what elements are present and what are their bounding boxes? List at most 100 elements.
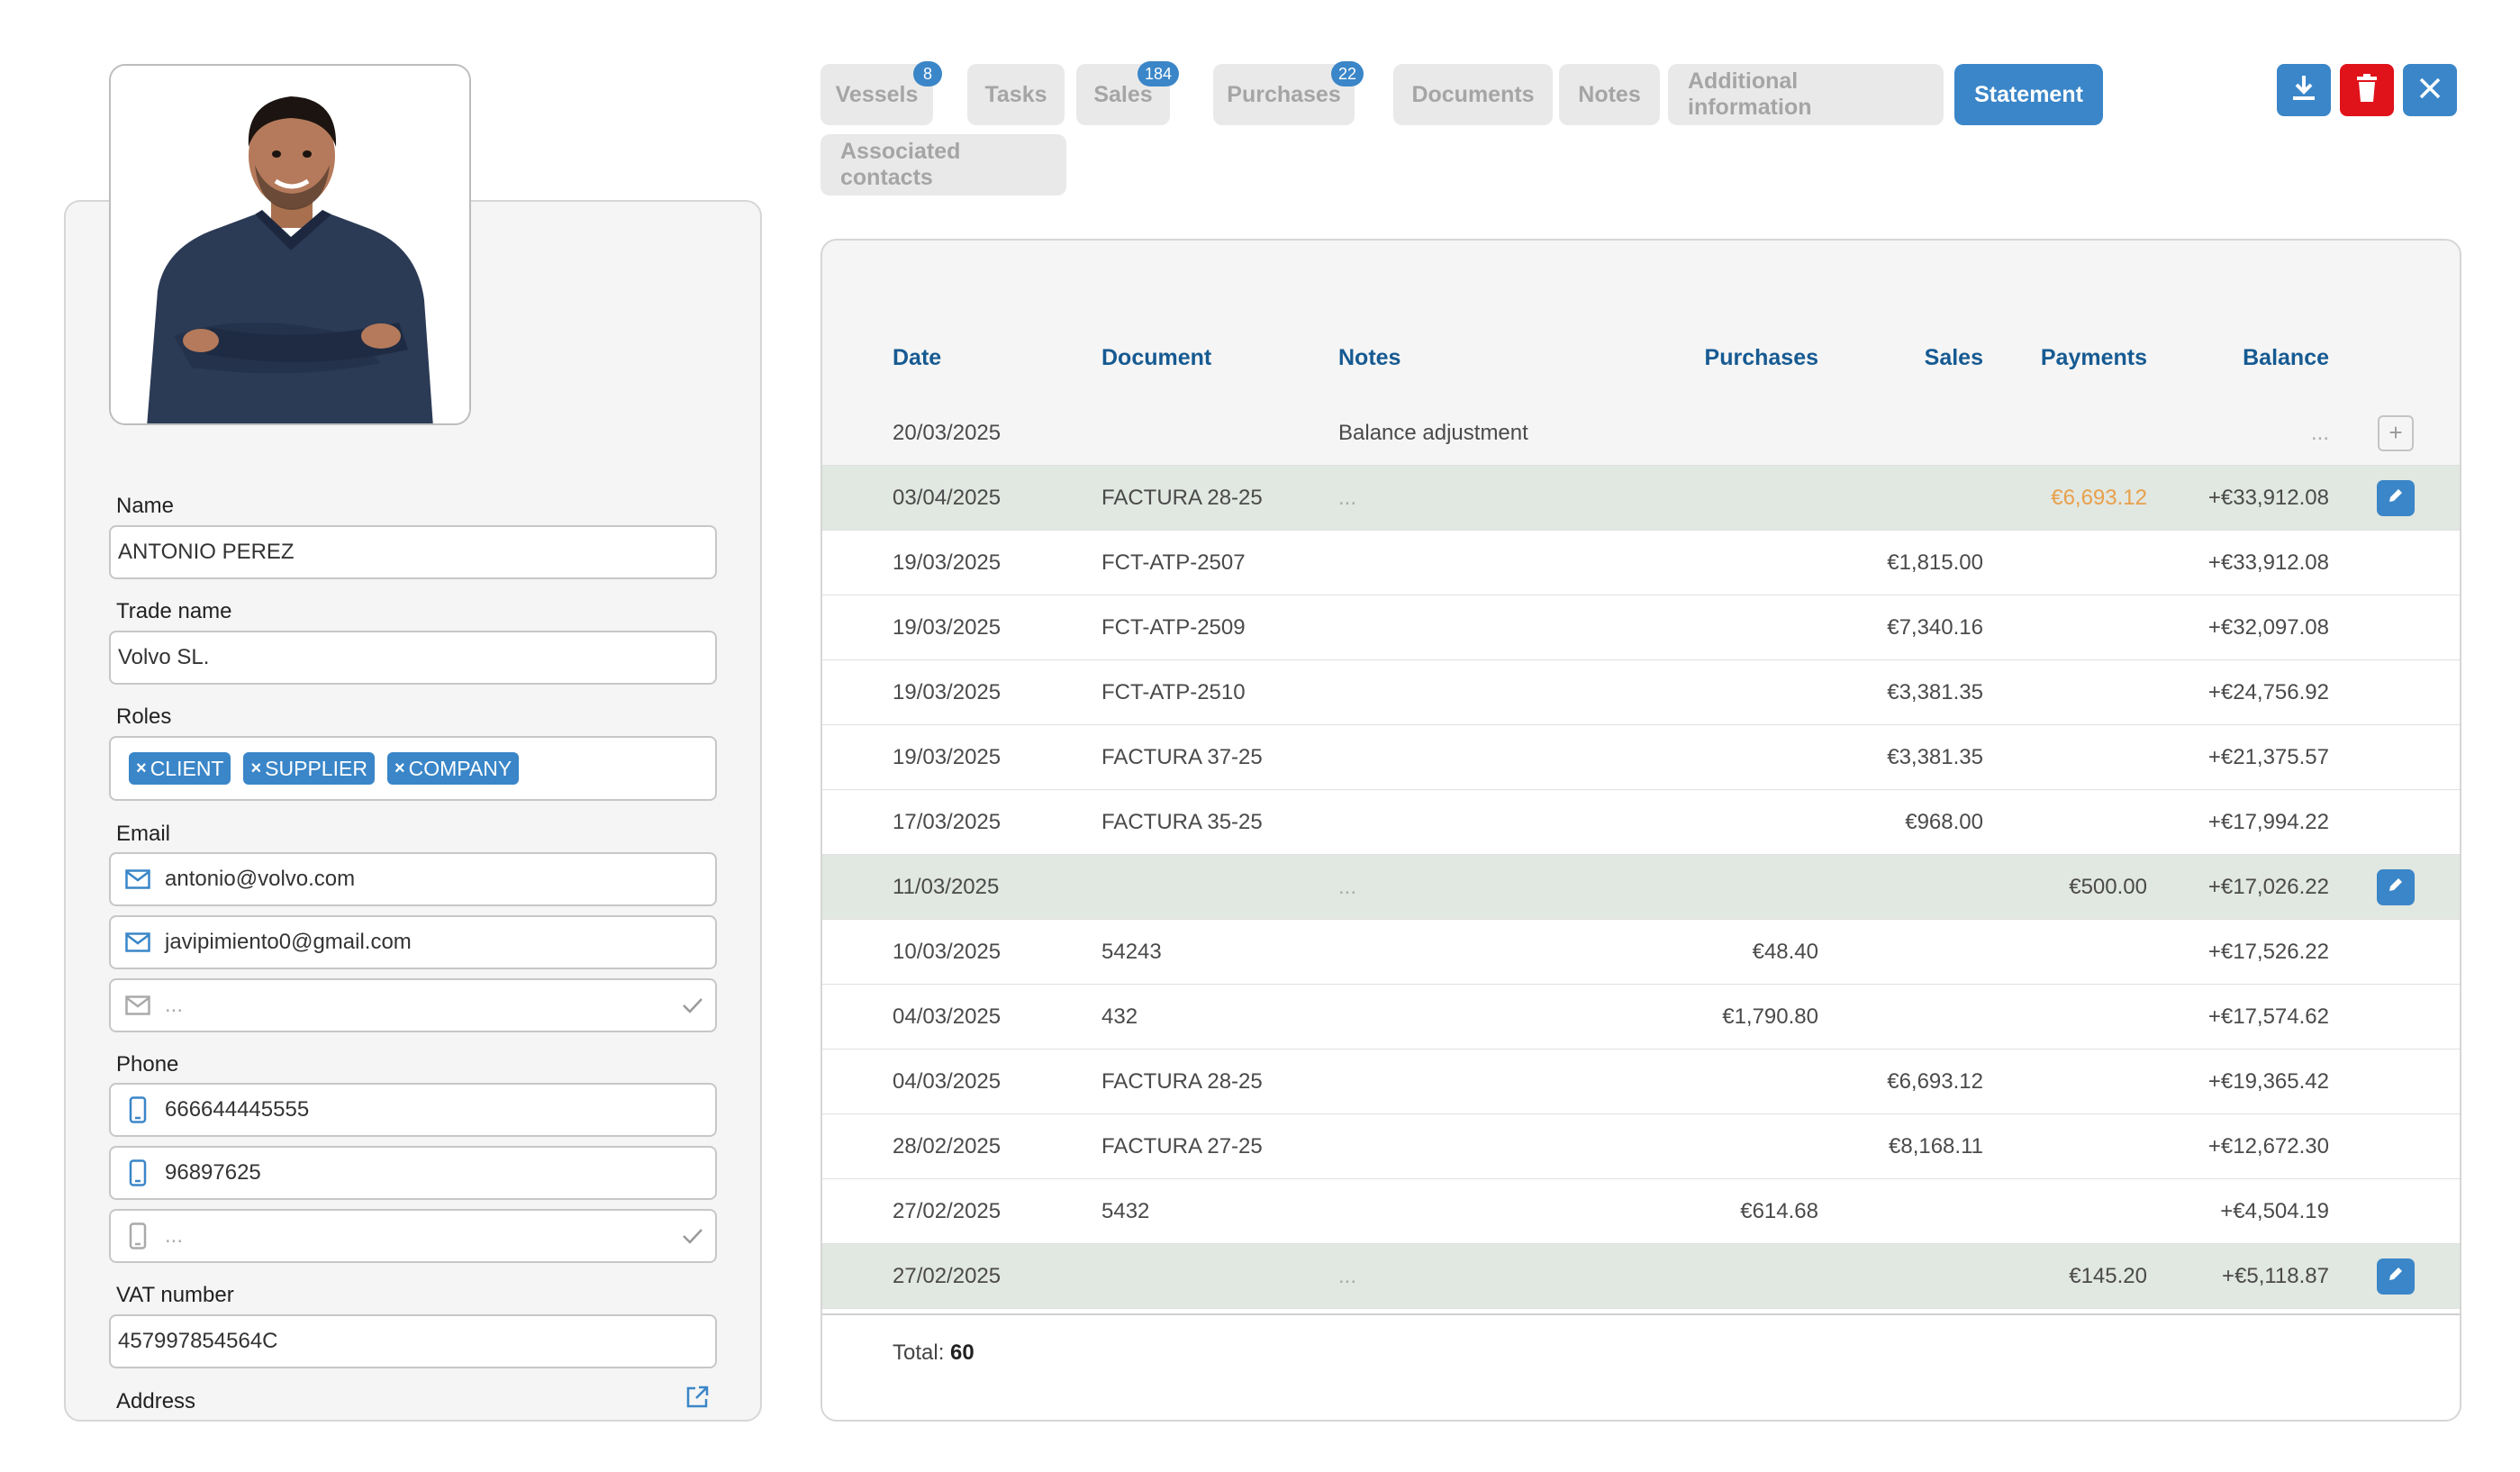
table-row[interactable]: 27/02/2025 5432 €614.68 +€4,504.19: [822, 1179, 2460, 1244]
cell-date: 19/03/2025: [893, 614, 1002, 640]
pencil-icon: [2387, 486, 2405, 511]
cell-balance: +€21,375.57: [2207, 744, 2329, 769]
statement-table: Date Document Notes Purchases Sales Paym…: [820, 239, 2461, 1422]
cell-balance: +€12,672.30: [2207, 1133, 2329, 1159]
header-notes[interactable]: Notes: [1338, 331, 1401, 385]
remove-role-icon[interactable]: ×: [394, 759, 405, 779]
cell-date: 20/03/2025: [893, 420, 1002, 445]
remove-role-icon[interactable]: ×: [250, 759, 261, 779]
header-document[interactable]: Document: [1101, 331, 1211, 385]
cell-notes: ...: [1338, 874, 1357, 899]
remove-role-icon[interactable]: ×: [136, 759, 147, 779]
cell-balance: +€5,118.87: [2221, 1263, 2329, 1288]
tab-documents[interactable]: Documents: [1393, 64, 1553, 125]
cell-document: FCT-ATP-2509: [1101, 614, 1246, 640]
table-row[interactable]: 11/03/2025... €500.00 +€17,026.22: [822, 855, 2460, 920]
tab-sales[interactable]: Sales 184: [1076, 61, 1179, 125]
roles-field[interactable]: × CLIENT × SUPPLIER × COMPANY: [109, 736, 717, 801]
cell-notes: ...: [1338, 1263, 1357, 1288]
cell-purchases: €1,790.80: [1722, 1004, 1818, 1029]
table-row[interactable]: 19/03/2025 FCT-ATP-2510 €3,381.35 +€24,756.…: [822, 660, 2460, 725]
email-field[interactable]: antonio@volvo.com: [109, 852, 717, 906]
tab-notes[interactable]: Notes: [1559, 64, 1660, 125]
tab-associated-contacts[interactable]: Associated contacts: [820, 134, 1066, 195]
cell-payments: €500.00: [2069, 874, 2147, 899]
delete-button[interactable]: [2340, 64, 2394, 116]
table-row[interactable]: 04/03/2025 432 €1,790.80 +€17,574.62: [822, 985, 2460, 1049]
person-photo-illustration: [111, 66, 469, 423]
vat-input[interactable]: 457997854564C: [109, 1314, 717, 1368]
table-row[interactable]: 17/03/2025 FACTURA 35-25 €968.00 +€17,994.2…: [822, 790, 2460, 855]
table-row[interactable]: 20/03/2025 Balance adjustment... +: [822, 401, 2460, 466]
table-row[interactable]: 19/03/2025 FACTURA 37-25 €3,381.35 +€21,375…: [822, 725, 2460, 790]
new-email-input[interactable]: ...: [109, 978, 717, 1032]
row-actions: [2377, 920, 2415, 984]
edit-payment-button[interactable]: [2377, 479, 2415, 516]
table-row[interactable]: 27/02/2025... €145.20 +€5,118.87: [822, 1244, 2460, 1309]
role-chip-client[interactable]: × CLIENT: [129, 752, 231, 785]
cell-sales: €968.00: [1905, 809, 1983, 834]
header-date[interactable]: Date: [893, 331, 941, 385]
mobile-phone-icon: [111, 1159, 165, 1186]
edit-payment-button[interactable]: [2377, 1258, 2415, 1295]
new-phone-input[interactable]: ...: [109, 1209, 717, 1263]
table-row[interactable]: 03/04/2025 FACTURA 28-25... €6,693.12 +€33,…: [822, 466, 2460, 531]
phone-value: 666644445555: [165, 1097, 310, 1122]
edit-payment-button[interactable]: [2377, 868, 2415, 905]
envelope-icon: [111, 932, 165, 952]
role-chip-supplier[interactable]: × SUPPLIER: [243, 752, 375, 785]
tab-vessels[interactable]: Vessels 8: [820, 61, 942, 125]
table-row[interactable]: 10/03/2025 54243 €48.40 +€17,526.22: [822, 920, 2460, 985]
table-row[interactable]: 28/02/2025 FACTURA 27-25 €8,168.11 +€12,672…: [822, 1114, 2460, 1179]
header-balance[interactable]: Balance: [2243, 331, 2329, 385]
cell-sales: €3,381.35: [1887, 679, 1983, 704]
cell-balance: +€4,504.19: [2220, 1198, 2329, 1223]
envelope-icon: [111, 869, 165, 889]
table-header: Date Document Notes Purchases Sales Paym…: [822, 331, 2460, 385]
cell-balance: ...: [2310, 420, 2329, 445]
contact-photo[interactable]: [109, 64, 471, 425]
cell-date: 04/03/2025: [893, 1004, 1002, 1029]
close-button[interactable]: [2403, 64, 2457, 116]
pencil-icon: [2387, 1264, 2405, 1289]
cell-date: 27/02/2025: [893, 1198, 1002, 1223]
email-field[interactable]: javipimiento0@gmail.com: [109, 915, 717, 969]
cell-sales: €3,381.35: [1887, 744, 1983, 769]
header-sales[interactable]: Sales: [1925, 331, 1983, 385]
table-row[interactable]: 19/03/2025 FCT-ATP-2507 €1,815.00 +€33,912.…: [822, 531, 2460, 595]
row-actions: [2377, 1179, 2415, 1243]
pencil-icon: [2387, 875, 2405, 900]
mobile-phone-icon: [111, 1222, 165, 1249]
cell-document: FACTURA 35-25: [1101, 809, 1263, 834]
phone-field[interactable]: 96897625: [109, 1146, 717, 1200]
row-actions: [2377, 660, 2415, 724]
phone-field[interactable]: 666644445555: [109, 1083, 717, 1137]
tab-additional-information[interactable]: Additional information: [1668, 64, 1944, 125]
trade-name-input[interactable]: Volvo SL.: [109, 631, 717, 685]
cell-date: 27/02/2025: [893, 1263, 1002, 1288]
header-payments[interactable]: Payments: [2041, 331, 2147, 385]
role-chip-company[interactable]: × COMPANY: [386, 752, 520, 785]
name-input[interactable]: ANTONIO PEREZ: [109, 525, 717, 579]
download-button[interactable]: [2277, 64, 2331, 116]
external-link-icon[interactable]: [684, 1385, 710, 1414]
tab-purchases[interactable]: Purchases 22: [1213, 61, 1364, 125]
cell-balance: +€17,994.22: [2207, 809, 2329, 834]
cell-document: 5432: [1101, 1198, 1150, 1223]
check-icon[interactable]: [670, 996, 715, 1014]
cell-date: 04/03/2025: [893, 1068, 1002, 1094]
tab-tasks[interactable]: Tasks: [967, 64, 1065, 125]
table-row[interactable]: 04/03/2025 FACTURA 28-25 €6,693.12 +€19,365…: [822, 1049, 2460, 1114]
header-purchases[interactable]: Purchases: [1705, 331, 1818, 385]
cell-date: 28/02/2025: [893, 1133, 1002, 1159]
cell-document: FCT-ATP-2510: [1101, 679, 1246, 704]
table-row[interactable]: 19/03/2025 FCT-ATP-2509 €7,340.16 +€32,097.…: [822, 595, 2460, 660]
add-adjustment-button[interactable]: +: [2378, 414, 2414, 451]
cell-document: FACTURA 28-25: [1101, 1068, 1263, 1094]
row-actions: [2377, 790, 2415, 854]
cell-document: FACTURA 37-25: [1101, 744, 1263, 769]
phone-value: 96897625: [165, 1160, 261, 1185]
check-icon[interactable]: [670, 1227, 715, 1245]
tab-statement[interactable]: Statement: [1954, 64, 2103, 125]
row-actions: [2377, 1114, 2415, 1178]
